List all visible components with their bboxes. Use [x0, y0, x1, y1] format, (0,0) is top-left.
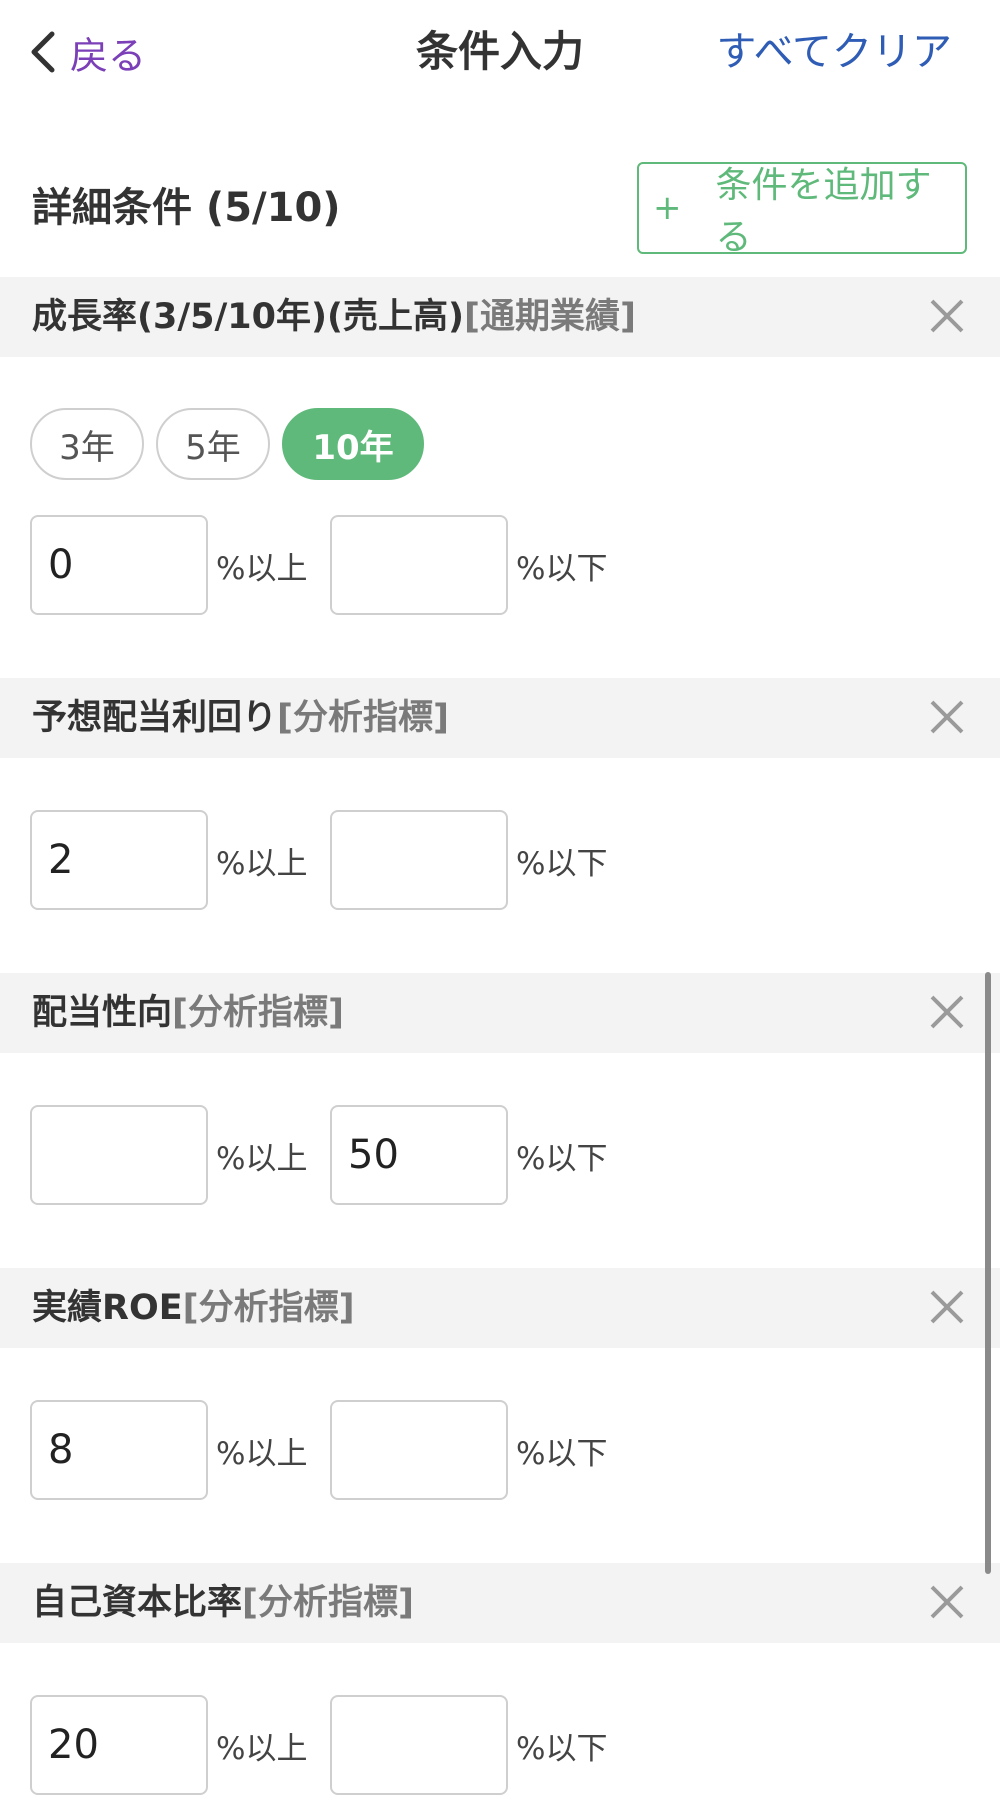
condition-category: [分析指標] — [242, 1583, 415, 1623]
max-input[interactable] — [330, 810, 508, 910]
max-input[interactable]: 50 — [330, 1105, 508, 1205]
condition-category: [分析指標] — [277, 698, 450, 738]
max-input[interactable] — [330, 1695, 508, 1795]
plus-icon: + — [653, 188, 682, 228]
min-input[interactable] — [30, 1105, 208, 1205]
close-icon[interactable] — [928, 698, 966, 736]
max-unit-label: %以下 — [516, 845, 608, 882]
period-pill-10y[interactable]: 10年 — [282, 408, 424, 480]
close-icon[interactable] — [928, 993, 966, 1031]
close-icon[interactable] — [928, 297, 966, 335]
range-input-row: 0 %以上 %以下 — [30, 515, 630, 615]
period-pill-3y[interactable]: 3年 — [30, 408, 144, 480]
min-unit-label: %以上 — [216, 550, 308, 587]
period-pill-5y[interactable]: 5年 — [156, 408, 270, 480]
condition-category: [分析指標] — [182, 1288, 355, 1328]
condition-category: [分析指標] — [172, 993, 345, 1033]
min-input[interactable]: 20 — [30, 1695, 208, 1795]
condition-header-equity-ratio: 自己資本比率[分析指標] — [0, 1563, 1000, 1643]
close-icon[interactable] — [928, 1288, 966, 1326]
add-condition-button[interactable]: + 条件を追加する — [637, 162, 967, 258]
range-input-row: 2 %以上 %以下 — [30, 810, 630, 910]
condition-header-roe: 実績ROE[分析指標] — [0, 1268, 1000, 1348]
max-unit-label: %以下 — [516, 1730, 608, 1767]
condition-name: 自己資本比率 — [32, 1583, 243, 1623]
add-condition-label: 条件を追加する — [715, 165, 932, 258]
condition-header-growth-rate: 成長率(3/5/10年)(売上高)[通期業績] — [0, 277, 1000, 357]
max-input[interactable] — [330, 515, 508, 615]
range-input-row: 20 %以上 %以下 — [30, 1695, 630, 1795]
close-icon[interactable] — [928, 1583, 966, 1621]
condition-name: 実績ROE — [32, 1288, 183, 1328]
range-input-row: 8 %以上 %以下 — [30, 1400, 630, 1500]
scrollbar[interactable] — [985, 972, 991, 1574]
condition-header-dividend-yield: 予想配当利回り[分析指標] — [0, 678, 1000, 758]
max-unit-label: %以下 — [516, 1140, 608, 1177]
max-unit-label: %以下 — [516, 550, 608, 587]
period-selector: 3年 5年 10年 — [30, 408, 436, 480]
condition-name: 配当性向 — [32, 993, 173, 1033]
max-unit-label: %以下 — [516, 1435, 608, 1472]
condition-category: [通期業績] — [463, 297, 636, 337]
min-unit-label: %以上 — [216, 1435, 308, 1472]
clear-all-button[interactable]: すべてクリア — [716, 22, 952, 82]
min-input[interactable]: 0 — [30, 515, 208, 615]
condition-name: 予想配当利回り — [32, 698, 278, 738]
range-input-row: %以上 50 %以下 — [30, 1105, 630, 1205]
min-unit-label: %以上 — [216, 1730, 308, 1767]
min-input[interactable]: 2 — [30, 810, 208, 910]
condition-name: 成長率(3/5/10年)(売上高) — [32, 297, 464, 337]
detail-conditions-title: 詳細条件 (5/10) — [32, 185, 341, 231]
condition-header-payout-ratio: 配当性向[分析指標] — [0, 973, 1000, 1053]
min-unit-label: %以上 — [216, 845, 308, 882]
min-input[interactable]: 8 — [30, 1400, 208, 1500]
min-unit-label: %以上 — [216, 1140, 308, 1177]
max-input[interactable] — [330, 1400, 508, 1500]
nav-bar: 戻る 条件入力 すべてクリア — [0, 0, 1000, 110]
